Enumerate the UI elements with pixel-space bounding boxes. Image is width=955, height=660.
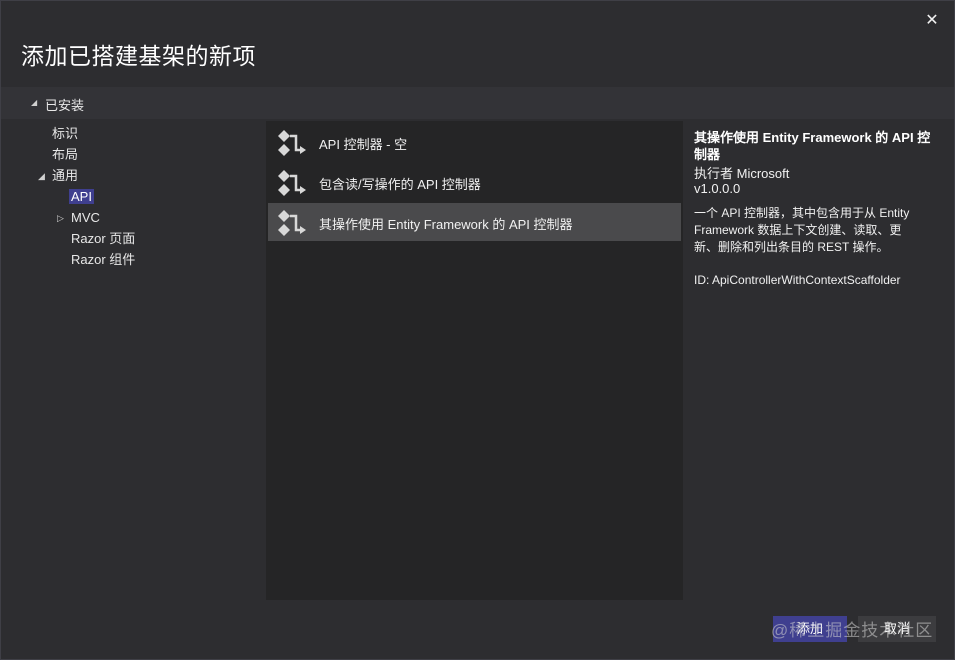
tree-item-label: 布局 (52, 147, 79, 162)
collapsed-arrow-icon[interactable]: ▷ (57, 208, 64, 228)
tree-item-label: Razor 组件 (71, 252, 136, 267)
installed-header[interactable]: ◢ 已安装 (1, 87, 954, 119)
cancel-button[interactable]: 取消 (858, 616, 936, 642)
detail-title: 其操作使用 Entity Framework 的 API 控制器 (694, 130, 931, 162)
tree-item-label: MVC (71, 210, 100, 225)
dialog-footer: 添加 取消 (1, 600, 954, 659)
template-list: API 控制器 - 空 包含读/写操作的 API 控制器 其操作使用 Entit… (266, 121, 683, 600)
tree-item-common[interactable]: 通用 (52, 166, 78, 186)
controller-icon (278, 210, 306, 236)
tree-item-label: API (69, 189, 94, 204)
template-label: API 控制器 - 空 (319, 137, 408, 152)
tree-item-razor-components[interactable]: Razor 组件 (71, 250, 135, 270)
detail-description: 一个 API 控制器，其中包含用于从 Entity Framework 数据上下… (694, 206, 910, 254)
tree-item-api[interactable]: API (69, 187, 94, 207)
close-icon[interactable]: ✕ (922, 11, 942, 31)
template-row-api-entity-framework[interactable]: 其操作使用 Entity Framework 的 API 控制器 (268, 203, 681, 241)
template-row-api-readwrite[interactable]: 包含读/写操作的 API 控制器 (268, 163, 681, 201)
tree-item-label: 标识 (52, 126, 79, 141)
controller-icon (278, 130, 306, 156)
tree-item-label: Razor 页面 (71, 231, 136, 246)
template-label: 包含读/写操作的 API 控制器 (319, 177, 481, 192)
detail-panel: 其操作使用 Entity Framework 的 API 控制器 执行者 Mic… (685, 121, 954, 600)
detail-id: ID: ApiControllerWithContextScaffolder (694, 273, 901, 287)
dialog-title: 添加已搭建基架的新项 (21, 43, 256, 69)
category-tree: 标识 布局 ◢ 通用 API ▷ MVC Razor 页面 Razor 组件 (1, 119, 264, 600)
tree-item-razor-pages[interactable]: Razor 页面 (71, 229, 135, 249)
tree-item-mvc[interactable]: MVC (71, 208, 100, 228)
template-row-api-empty[interactable]: API 控制器 - 空 (268, 123, 681, 161)
tree-item-identity[interactable]: 标识 (52, 124, 78, 144)
expanded-arrow-icon[interactable]: ◢ (38, 166, 45, 186)
scaffold-dialog: ✕ 添加已搭建基架的新项 ◢ 已安装 标识 布局 ◢ 通用 API ▷ MVC … (0, 0, 955, 660)
collapse-arrow-icon[interactable]: ◢ (31, 98, 37, 107)
tree-item-label: 通用 (52, 168, 79, 183)
detail-version: v1.0.0.0 (694, 181, 741, 196)
controller-icon (278, 170, 306, 196)
template-label: 其操作使用 Entity Framework 的 API 控制器 (319, 217, 573, 232)
installed-label: 已安装 (45, 98, 85, 113)
tree-item-layout[interactable]: 布局 (52, 145, 78, 165)
detail-author: 执行者 Microsoft (694, 166, 790, 181)
add-button[interactable]: 添加 (773, 616, 847, 642)
